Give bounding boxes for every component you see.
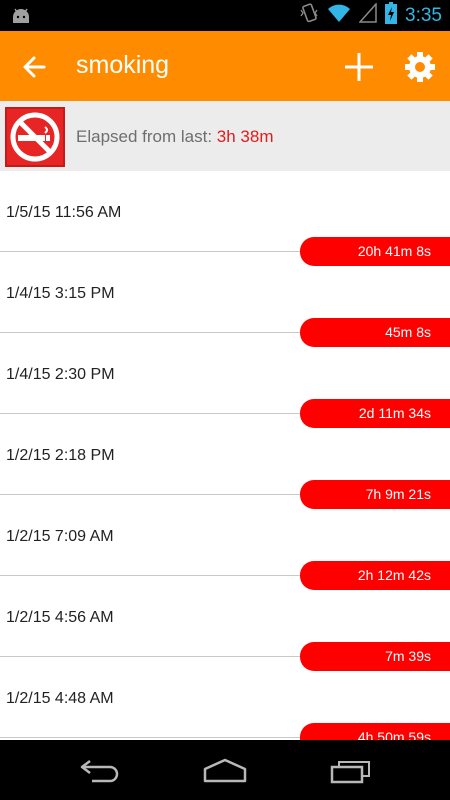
entry-date: 1/2/15 2:18 PM: [6, 447, 115, 464]
status-icons: 3:35: [299, 0, 442, 31]
status-time: 3:35: [405, 4, 442, 26]
back-arrow-icon[interactable]: [20, 52, 50, 82]
signal-icon: [358, 2, 377, 28]
duration-badge: 7h 9m 21s: [300, 480, 450, 509]
recents-nav-icon[interactable]: [330, 758, 372, 789]
list-item[interactable]: 1/5/15 11:56 AM 20h 41m 8s: [0, 171, 450, 266]
elapsed-label: Elapsed from last:: [76, 127, 217, 146]
duration-badge: 2h 12m 42s: [300, 561, 450, 590]
android-icon: [10, 6, 32, 29]
gear-icon[interactable]: [404, 51, 436, 83]
elapsed-value: 3h 38m: [216, 127, 274, 146]
back-nav-icon[interactable]: [78, 758, 122, 789]
battery-charging-icon: [385, 2, 398, 29]
duration-badge: 4h 50m 59s: [300, 723, 450, 740]
action-bar: smoking: [0, 31, 450, 101]
entry-date: 1/5/15 11:56 AM: [6, 204, 122, 221]
home-nav-icon[interactable]: [202, 758, 248, 789]
duration-badge: 45m 8s: [300, 318, 450, 347]
summary-header: Elapsed from last: 3h 38m: [0, 101, 450, 171]
navigation-bar: [0, 740, 450, 800]
page-title: smoking: [76, 51, 170, 79]
entry-date: 1/2/15 4:56 AM: [6, 609, 114, 626]
entry-list[interactable]: 1/5/15 11:56 AM 20h 41m 8s 1/4/15 3:15 P…: [0, 171, 450, 740]
entry-date: 1/4/15 3:15 PM: [6, 285, 115, 302]
duration-badge: 20h 41m 8s: [300, 237, 450, 266]
duration-badge: 2d 11m 34s: [300, 399, 450, 428]
add-icon[interactable]: [341, 49, 377, 85]
entry-date: 1/4/15 2:30 PM: [6, 366, 115, 383]
entry-date: 1/2/15 7:09 AM: [6, 528, 114, 545]
vibrate-icon: [299, 2, 319, 29]
elapsed-text: Elapsed from last: 3h 38m: [76, 127, 273, 147]
entry-date: 1/2/15 4:48 AM: [6, 690, 114, 707]
wifi-icon: [327, 3, 351, 28]
duration-badge: 7m 39s: [300, 642, 450, 671]
no-smoking-icon: [5, 107, 65, 167]
status-bar: 3:35: [0, 0, 450, 31]
